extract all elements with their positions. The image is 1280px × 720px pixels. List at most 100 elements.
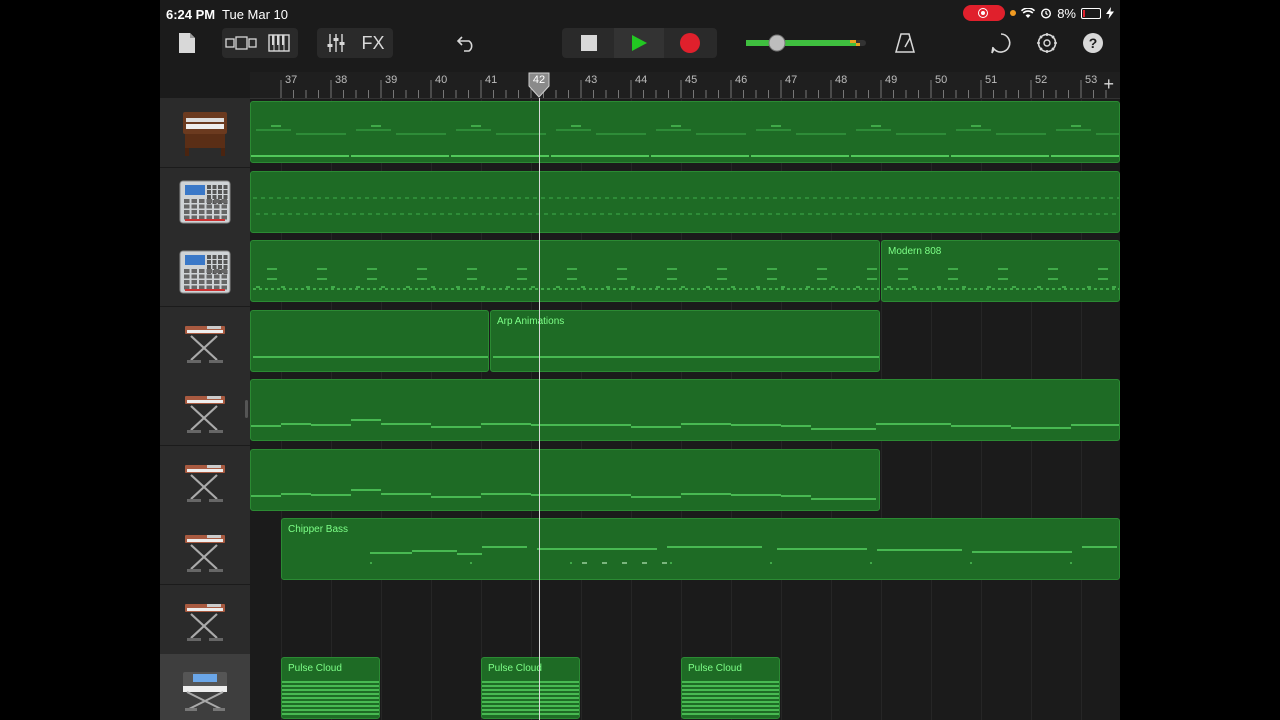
playhead-bar-label: 42 xyxy=(532,74,546,86)
bar-gridline xyxy=(331,584,332,655)
midi-region[interactable] xyxy=(250,170,1120,233)
bar-label: 53 xyxy=(1085,74,1098,86)
region-notes xyxy=(253,355,488,358)
bar-gridline xyxy=(1081,445,1082,516)
charging-icon xyxy=(1106,7,1114,19)
screen-recording-icon xyxy=(963,5,1006,21)
add-section-button[interactable]: + xyxy=(1103,74,1114,95)
track-header-drum-machine[interactable] xyxy=(160,237,250,307)
bar-gridline xyxy=(381,654,382,720)
track-header-synth-keyboard[interactable] xyxy=(160,376,250,446)
synth-keyboard-icon xyxy=(185,604,225,641)
transport-controls xyxy=(562,28,717,58)
bar-gridline xyxy=(931,306,932,377)
synth-keyboard-icon xyxy=(185,395,225,433)
region-notes xyxy=(251,125,1119,157)
track-header-organ[interactable] xyxy=(160,98,250,168)
bar-gridline xyxy=(981,654,982,720)
midi-region[interactable]: Pulse Cloud xyxy=(481,657,580,719)
help-icon[interactable]: ? xyxy=(1078,28,1108,58)
bar-gridline xyxy=(431,584,432,655)
track-lane[interactable] xyxy=(250,584,1120,655)
region-notes xyxy=(251,488,876,500)
toolbar: FX ? xyxy=(160,28,1120,70)
region-name: Arp Animations xyxy=(497,315,565,327)
bar-gridline xyxy=(481,584,482,655)
loop-browser-icon[interactable] xyxy=(986,28,1016,58)
track-lane[interactable] xyxy=(250,445,1120,516)
bar-gridline xyxy=(881,654,882,720)
track-header-synth-keyboard[interactable] xyxy=(160,306,250,377)
midi-region[interactable]: Pulse Cloud xyxy=(281,657,380,719)
wifi-icon xyxy=(1021,7,1036,18)
bar-gridline xyxy=(981,306,982,377)
midi-region[interactable] xyxy=(250,101,1120,163)
settings-icon[interactable] xyxy=(1032,28,1062,58)
track-lane[interactable] xyxy=(250,376,1120,446)
document-icon[interactable] xyxy=(174,28,200,58)
midi-region[interactable] xyxy=(250,240,880,302)
undo-icon[interactable] xyxy=(452,28,482,58)
midi-region[interactable] xyxy=(250,448,880,511)
track-lane[interactable]: Arp Animations xyxy=(250,306,1120,377)
timeline-ruler[interactable]: 37 38 39 40 41 43 44 45 46 47 48 49 50 51 52 53 42 + xyxy=(250,72,1120,99)
bar-label: 40 xyxy=(435,74,448,86)
track-header-synth-keyboard[interactable] xyxy=(160,584,250,655)
keyboard-icon[interactable] xyxy=(262,28,296,58)
track-header-synth-workstation[interactable] xyxy=(160,654,250,720)
fx-button[interactable]: FX xyxy=(356,28,390,58)
playhead-line xyxy=(539,98,540,720)
metronome-icon[interactable] xyxy=(890,28,920,58)
midi-region[interactable] xyxy=(250,309,489,372)
bar-gridline xyxy=(931,654,932,720)
bar-label: 52 xyxy=(1035,74,1048,86)
synth-keyboard-icon xyxy=(185,465,225,502)
bar-gridline xyxy=(881,306,882,377)
bar-gridline xyxy=(1031,654,1032,720)
region-name: Pulse Cloud xyxy=(488,663,542,674)
bar-label: 38 xyxy=(335,74,348,86)
mixer-icon[interactable] xyxy=(319,28,353,58)
bar-label: 43 xyxy=(585,74,598,86)
battery-icon xyxy=(1081,7,1101,19)
track-header-synth-keyboard[interactable] xyxy=(160,515,250,585)
region-name: Chipper Bass xyxy=(288,524,349,535)
master-volume-slider[interactable] xyxy=(744,28,870,58)
midi-region[interactable]: Modern 808 xyxy=(881,240,1120,302)
bar-gridline xyxy=(1031,584,1032,655)
bar-label: 50 xyxy=(935,74,948,86)
midi-region[interactable]: Arp Animations xyxy=(490,309,880,372)
midi-region[interactable]: Pulse Cloud xyxy=(681,657,780,719)
bar-gridline xyxy=(731,584,732,655)
playhead-handle[interactable]: 42 xyxy=(528,72,550,98)
bar-label: 49 xyxy=(885,74,898,86)
drum-machine-icon xyxy=(179,250,231,293)
region-name: Pulse Cloud xyxy=(288,663,342,674)
mic-in-use-icon xyxy=(1010,10,1017,16)
bar-gridline xyxy=(931,445,932,516)
drum-machine-icon xyxy=(179,180,231,224)
header-resize-grip[interactable] xyxy=(245,400,248,418)
track-lane[interactable]: Pulse Cloud Pulse Cloud Pulse Cloud xyxy=(250,654,1120,720)
track-lane[interactable]: Chipper Bass xyxy=(250,515,1120,585)
track-lane[interactable]: Modern 808 xyxy=(250,237,1120,307)
midi-region[interactable] xyxy=(250,379,1120,441)
bar-label: 48 xyxy=(835,74,848,86)
bar-label: 47 xyxy=(785,74,798,86)
bar-label: 51 xyxy=(985,74,998,86)
track-view-icon[interactable] xyxy=(222,28,260,58)
region-notes xyxy=(370,546,1117,564)
bar-label: 41 xyxy=(485,74,498,86)
region-name: Modern 808 xyxy=(888,246,942,257)
battery-percent: 8% xyxy=(1057,5,1076,21)
play-icon[interactable] xyxy=(614,28,664,58)
record-icon[interactable] xyxy=(665,28,715,58)
track-lane[interactable] xyxy=(250,167,1120,238)
midi-region[interactable]: Chipper Bass xyxy=(281,518,1120,580)
stop-icon[interactable] xyxy=(564,28,614,58)
bar-gridline xyxy=(881,445,882,516)
track-lane[interactable] xyxy=(250,98,1120,168)
track-header-synth-keyboard[interactable] xyxy=(160,445,250,516)
track-header-drum-machine[interactable] xyxy=(160,167,250,238)
region-notes xyxy=(253,268,879,290)
